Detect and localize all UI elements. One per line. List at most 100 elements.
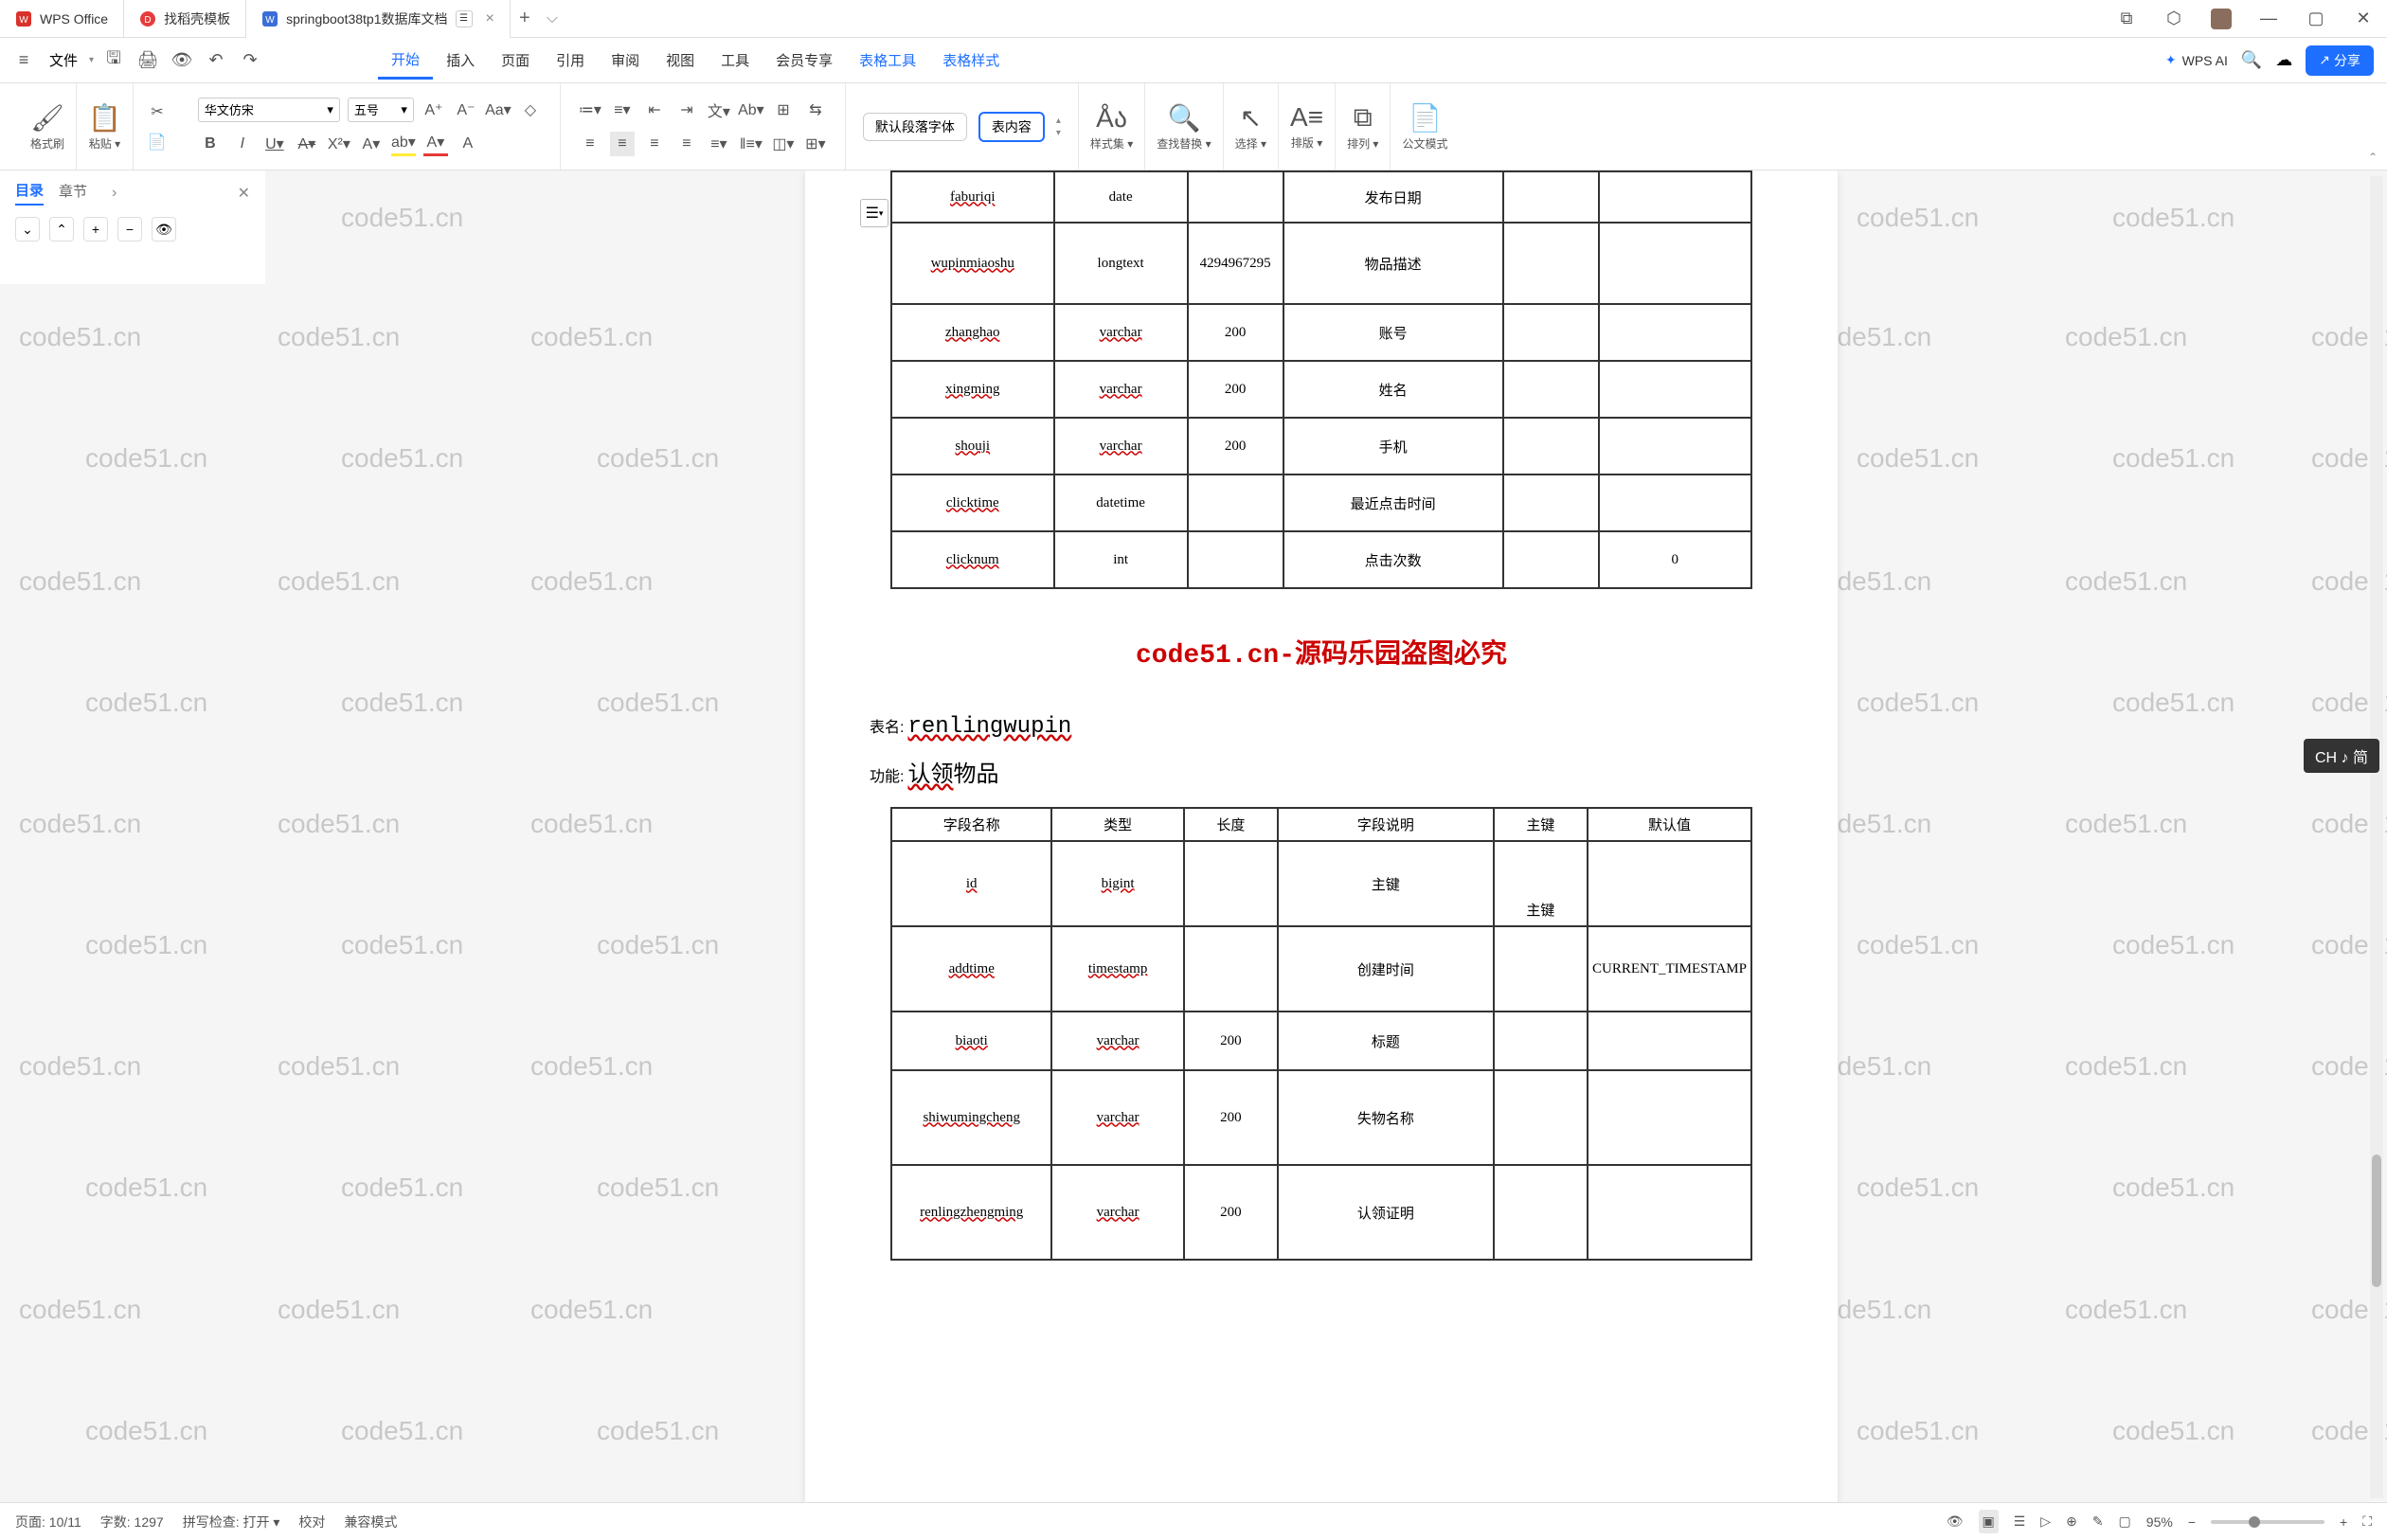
style-nav-down-icon[interactable]: ▾	[1056, 128, 1061, 138]
line-spacing-icon[interactable]: ‖≡▾	[739, 132, 763, 156]
copy-window-icon[interactable]: ⧉	[2112, 5, 2141, 33]
table-content-style[interactable]: 表内容	[978, 112, 1045, 142]
bold-icon[interactable]: B	[198, 132, 223, 156]
menu-table-tools[interactable]: 表格工具	[846, 43, 929, 78]
numbering-icon[interactable]: ≡▾	[610, 98, 635, 122]
arrange-icon[interactable]: ⧉	[1354, 102, 1373, 134]
shading-icon[interactable]: ◫▾	[771, 132, 796, 156]
emphasis-icon[interactable]: A	[456, 132, 480, 156]
file-dropdown-icon[interactable]: ▾	[89, 55, 94, 65]
font-name-select[interactable]: 华文仿宋▾	[198, 98, 340, 122]
print-icon[interactable]: 🖨	[134, 46, 162, 75]
align-center-icon[interactable]: ≡	[610, 132, 635, 156]
status-word-count[interactable]: 字数: 1297	[100, 1513, 164, 1531]
outline-view-icon[interactable]: ☰	[2014, 1513, 2026, 1530]
bullets-icon[interactable]: ≔▾	[578, 98, 602, 122]
read-view-icon[interactable]: ▷	[2040, 1513, 2051, 1530]
cut-icon[interactable]: ✂	[145, 99, 170, 124]
undo-icon[interactable]: ↶	[202, 46, 230, 75]
border-icon[interactable]: ⊞	[771, 98, 796, 122]
fullscreen-icon[interactable]: ⛶	[2362, 1513, 2372, 1530]
outline-remove-icon[interactable]: −	[117, 217, 142, 242]
find-icon[interactable]: 🔍	[1168, 102, 1201, 134]
collapse-ribbon-icon[interactable]: ⌃	[2368, 151, 2378, 164]
share-button[interactable]: ↗分享	[2306, 45, 2374, 76]
menu-page[interactable]: 页面	[488, 43, 543, 78]
strikethrough-icon[interactable]: A▾	[295, 132, 319, 156]
decrease-indent-icon[interactable]: ⇤	[642, 98, 667, 122]
preview-icon[interactable]: 👁	[168, 46, 196, 75]
align-left-icon[interactable]: ≡	[578, 132, 602, 156]
zoom-thumb[interactable]	[2249, 1516, 2260, 1528]
zoom-slider[interactable]	[2211, 1520, 2324, 1524]
cursor-icon[interactable]: ↖	[1240, 102, 1262, 134]
tab-docer[interactable]: D 找稻壳模板	[124, 0, 246, 38]
phonetic-icon[interactable]: Ab▾	[739, 98, 763, 122]
italic-icon[interactable]: I	[230, 132, 255, 156]
increase-font-icon[interactable]: A⁺	[422, 98, 446, 122]
distribute-icon[interactable]: ≡▾	[707, 132, 731, 156]
vertical-scrollbar[interactable]	[2370, 176, 2383, 1498]
style-nav-up-icon[interactable]: ▴	[1056, 116, 1061, 126]
outline-down-icon[interactable]: ⌄	[15, 217, 40, 242]
status-proof[interactable]: 校对	[298, 1513, 325, 1531]
outline-up-icon[interactable]: ⌃	[49, 217, 74, 242]
change-case-icon[interactable]: Aa▾	[486, 98, 511, 122]
status-spellcheck[interactable]: 拼写检查: 打开 ▾	[183, 1513, 280, 1531]
file-menu[interactable]: 文件	[49, 50, 78, 70]
justify-icon[interactable]: ≡	[674, 132, 699, 156]
cloud-icon[interactable]: ☁	[2275, 50, 2292, 70]
menu-icon[interactable]: ≡	[9, 46, 38, 75]
style-set-icon[interactable]: Åა	[1096, 102, 1127, 134]
globe-icon[interactable]: ⊕	[2066, 1513, 2077, 1530]
menu-table-styles[interactable]: 表格样式	[929, 43, 1013, 78]
page-view-icon[interactable]: ▣	[1979, 1510, 1999, 1533]
zoom-in-icon[interactable]: +	[2340, 1514, 2347, 1530]
save-icon[interactable]: 🖫	[99, 46, 128, 75]
new-tab-button[interactable]: +	[511, 8, 539, 29]
copy-icon[interactable]: 📄	[145, 130, 170, 154]
clear-format-icon[interactable]: ◇	[518, 98, 543, 122]
outline-tab-toc[interactable]: 目录	[15, 180, 44, 206]
page-break-icon[interactable]: ☰ ▾	[860, 199, 888, 227]
avatar-icon[interactable]	[2207, 5, 2235, 33]
outline-next-icon[interactable]: ›	[112, 185, 117, 202]
superscript-icon[interactable]: X²▾	[327, 132, 351, 156]
menu-start[interactable]: 开始	[378, 42, 433, 80]
status-compat[interactable]: 兼容模式	[344, 1513, 397, 1531]
menu-member[interactable]: 会员专享	[763, 43, 846, 78]
paste-icon[interactable]: 📋	[88, 102, 121, 134]
outline-eye-icon[interactable]: 👁	[152, 217, 176, 242]
menu-reference[interactable]: 引用	[543, 43, 598, 78]
highlight-icon[interactable]: ab▾	[391, 132, 416, 156]
minimize-button[interactable]: —	[2254, 5, 2283, 33]
preview-mode-icon[interactable]: 👁	[1947, 1513, 1964, 1530]
edit-icon[interactable]: ✎	[2092, 1513, 2104, 1530]
search-icon[interactable]: 🔍	[2241, 50, 2262, 70]
underline-icon[interactable]: U▾	[262, 132, 287, 156]
close-button[interactable]: ✕	[2349, 5, 2378, 33]
zoom-out-icon[interactable]: −	[2188, 1514, 2196, 1530]
menu-insert[interactable]: 插入	[433, 43, 488, 78]
default-paragraph-style[interactable]: 默认段落字体	[863, 113, 967, 141]
increase-indent-icon[interactable]: ⇥	[674, 98, 699, 122]
cube-icon[interactable]: ⬡	[2160, 5, 2188, 33]
fit-icon[interactable]: ▢	[2119, 1513, 2131, 1530]
close-tab-icon[interactable]: ×	[486, 10, 494, 27]
menu-view[interactable]: 视图	[653, 43, 708, 78]
scrollbar-thumb[interactable]	[2372, 1155, 2381, 1287]
writing-mode-icon[interactable]: 📄	[1409, 102, 1442, 134]
maximize-button[interactable]: ▢	[2302, 5, 2330, 33]
wps-ai-button[interactable]: ✦WPS AI	[2165, 52, 2228, 68]
layout-icon[interactable]: A≡	[1290, 102, 1323, 133]
tab-wps-office[interactable]: W WPS Office	[0, 0, 124, 38]
document-viewport[interactable]: ☰ ▾ faburiqi date 发布日期 wupinmiaoshu long…	[275, 170, 2368, 1502]
font-color-icon[interactable]: A▾	[423, 132, 448, 156]
menu-tools[interactable]: 工具	[708, 43, 763, 78]
zoom-value[interactable]: 95%	[2146, 1514, 2173, 1530]
status-page[interactable]: 页面: 10/11	[15, 1513, 81, 1531]
menu-review[interactable]: 审阅	[598, 43, 653, 78]
align-right-icon[interactable]: ≡	[642, 132, 667, 156]
outline-add-icon[interactable]: +	[83, 217, 108, 242]
tab-dropdown-icon[interactable]: ☰	[456, 10, 473, 27]
